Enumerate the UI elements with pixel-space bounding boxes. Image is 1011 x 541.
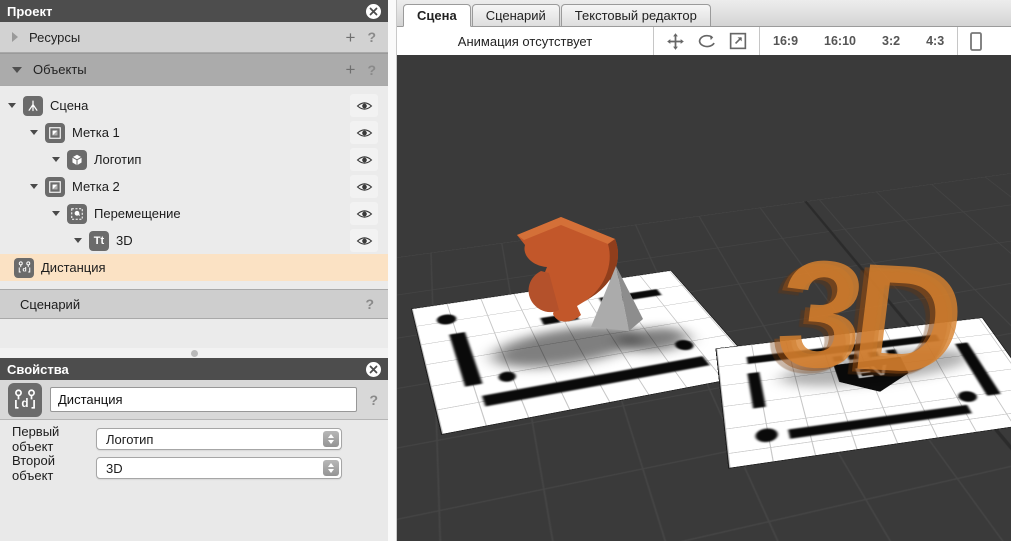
chevron-down-icon[interactable] (12, 67, 22, 73)
tree-row-3d-text[interactable]: Tt 3D (0, 227, 388, 254)
svg-text:d: d (22, 267, 26, 274)
scale-tool-icon[interactable] (723, 32, 753, 50)
properties-form: Первый объект Логотип Второй объект 3D (0, 420, 388, 541)
move-behavior-icon (67, 204, 87, 224)
resources-label: Ресурсы (29, 30, 80, 45)
second-object-select[interactable]: 3D (96, 457, 342, 479)
svg-text:d: d (21, 397, 28, 410)
add-object-button[interactable]: + (346, 61, 356, 78)
objects-section[interactable]: Объекты + ? (0, 53, 388, 86)
scenario-section[interactable]: Сценарий ? (0, 289, 388, 319)
tree-label: Логотип (94, 152, 141, 167)
expander-icon[interactable] (30, 130, 38, 135)
project-panel-header: Проект (0, 0, 388, 22)
aspect-16-9-button[interactable]: 16:9 (760, 34, 811, 48)
expander-icon[interactable] (8, 103, 16, 108)
resources-help-button[interactable]: ? (367, 29, 376, 45)
tree-label: Перемещение (94, 206, 181, 221)
object-name-row: d ? (0, 380, 388, 420)
first-object-value: Логотип (106, 432, 153, 447)
move-tool-icon[interactable] (660, 32, 691, 51)
distance-icon: d (14, 258, 34, 278)
distance-icon: d (8, 383, 42, 417)
properties-panel-title: Свойства (7, 362, 69, 377)
chevron-right-icon[interactable] (12, 32, 18, 42)
scene-icon (23, 96, 43, 116)
visibility-eye-icon[interactable] (350, 202, 378, 225)
object-tree: Сцена Метка 1 Логоти (0, 86, 388, 281)
tab-scenario[interactable]: Сценарий (472, 4, 560, 26)
visibility-eye-icon[interactable] (350, 229, 378, 252)
tree-row-move[interactable]: Перемещение (0, 200, 388, 227)
tab-label: Сцена (417, 8, 457, 23)
tree-row-distance-selected[interactable]: d Дистанция (0, 254, 388, 281)
tree-row-logo[interactable]: Логотип (0, 146, 388, 173)
close-icon[interactable] (366, 4, 381, 19)
objects-label: Объекты (33, 62, 87, 77)
project-panel-title: Проект (7, 4, 52, 19)
application-window: Проект Ресурсы + ? Объекты + ? (0, 0, 1011, 541)
tree-row-marker1[interactable]: Метка 1 (0, 119, 388, 146)
aspect-4-3-button[interactable]: 4:3 (913, 34, 957, 48)
scene-toolbar: Анимация отсутствует 16:9 16:10 3:2 4:3 (397, 27, 1011, 55)
left-panels: Проект Ресурсы + ? Объекты + ? (0, 0, 388, 541)
editor-tabbar: Сцена Сценарий Текстовый редактор (397, 0, 1011, 27)
stepper-arrows-icon[interactable] (323, 460, 339, 476)
splitter-dot (191, 350, 198, 357)
editor-area: Сцена Сценарий Текстовый редактор Анимац… (397, 0, 1011, 541)
cube-3d-icon (67, 150, 87, 170)
text-object-icon: Tt (89, 231, 109, 251)
objects-help-button[interactable]: ? (367, 62, 376, 78)
second-object-value: 3D (106, 461, 123, 476)
visibility-eye-icon[interactable] (350, 121, 378, 144)
stepper-arrows-icon[interactable] (323, 431, 339, 447)
panel-splitter-handle[interactable] (0, 348, 388, 358)
text-3d-object[interactable]: 3D (770, 237, 963, 397)
aspect-3-2-button[interactable]: 3:2 (869, 34, 913, 48)
tree-label: Дистанция (41, 260, 106, 275)
tab-scene[interactable]: Сцена (403, 4, 471, 27)
pyramid-object[interactable] (583, 261, 649, 333)
close-icon[interactable] (366, 362, 381, 377)
first-object-select[interactable]: Логотип (96, 428, 342, 450)
panel-filler (0, 319, 388, 348)
axis-line (397, 55, 806, 201)
properties-help-button[interactable]: ? (369, 392, 378, 408)
visibility-eye-icon[interactable] (350, 175, 378, 198)
tab-label: Сценарий (486, 8, 546, 23)
visibility-eye-icon[interactable] (350, 148, 378, 171)
expander-icon[interactable] (74, 238, 82, 243)
rotate-tool-icon[interactable] (691, 33, 723, 49)
aspect-16-10-button[interactable]: 16:10 (811, 34, 869, 48)
object-name-input[interactable] (50, 387, 357, 412)
tab-text-editor[interactable]: Текстовый редактор (561, 4, 711, 26)
tree-label: 3D (116, 233, 133, 248)
marker-icon (45, 123, 65, 143)
tab-label: Текстовый редактор (575, 8, 697, 23)
tree-label: Сцена (50, 98, 88, 113)
scenario-help-button[interactable]: ? (365, 296, 374, 312)
first-object-label: Первый объект (12, 424, 96, 454)
animation-status: Анимация отсутствует (397, 34, 653, 49)
expander-icon[interactable] (30, 184, 38, 189)
panel-scrollbar[interactable] (388, 0, 397, 541)
expander-icon[interactable] (52, 211, 60, 216)
properties-panel-header: Свойства (0, 358, 388, 380)
second-object-label: Второй объект (12, 453, 96, 483)
tree-row-marker2[interactable]: Метка 2 (0, 173, 388, 200)
resources-section[interactable]: Ресурсы + ? (0, 22, 388, 53)
tree-label: Метка 1 (72, 125, 120, 140)
tree-label: Метка 2 (72, 179, 120, 194)
scene-viewport[interactable]: EV 3D (397, 55, 1011, 541)
text-icon-glyph: Tt (94, 235, 104, 247)
scenario-label: Сценарий (20, 297, 80, 312)
add-resource-button[interactable]: + (346, 29, 356, 46)
tree-row-scene[interactable]: Сцена (0, 92, 388, 119)
phone-preview-icon[interactable] (958, 32, 988, 51)
visibility-eye-icon[interactable] (350, 94, 378, 117)
marker-icon (45, 177, 65, 197)
expander-icon[interactable] (52, 157, 60, 162)
